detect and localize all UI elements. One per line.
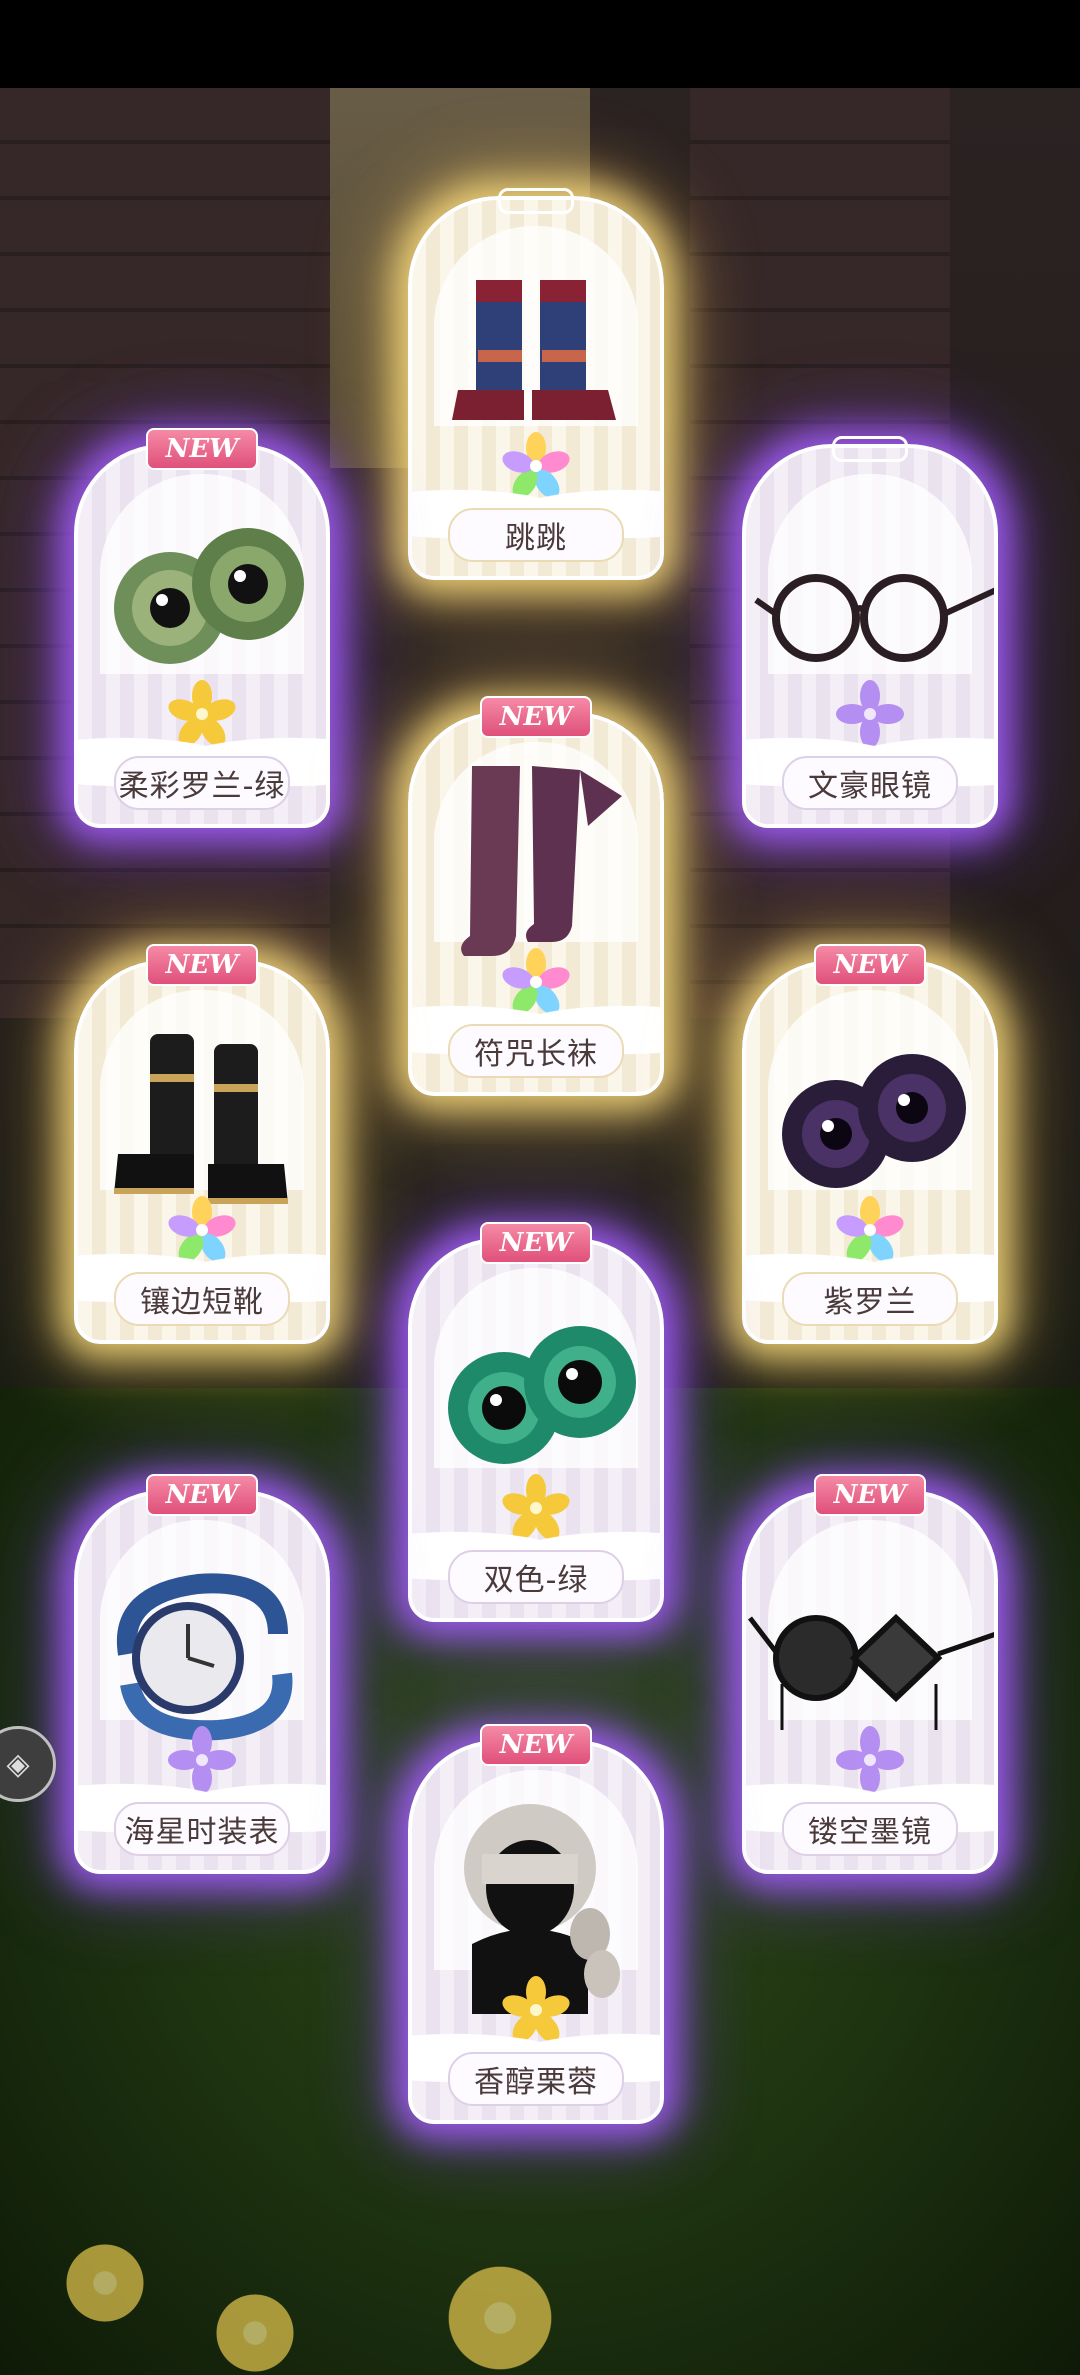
card-frame: 海星时装表 <box>74 1490 330 1874</box>
item-name: 镂空墨镜 <box>782 1802 958 1856</box>
item-name: 镶边短靴 <box>114 1272 290 1326</box>
new-badge: NEW <box>480 1724 592 1766</box>
item-name: 跳跳 <box>448 508 624 562</box>
new-badge: NEW <box>814 1474 926 1516</box>
reward-card[interactable]: 香醇栗蓉 NEW <box>408 1724 664 2124</box>
new-badge: NEW <box>146 1474 258 1516</box>
card-frame: 双色-绿 <box>408 1238 664 1622</box>
card-frame: 文豪眼镜 <box>742 444 998 828</box>
card-bow <box>498 188 574 214</box>
new-badge: NEW <box>480 696 592 738</box>
item-name: 双色-绿 <box>448 1550 624 1604</box>
reward-card[interactable]: 跳跳 <box>408 188 664 580</box>
card-frame: 符咒长袜 <box>408 712 664 1096</box>
card-frame: 紫罗兰 <box>742 960 998 1344</box>
item-name: 符咒长袜 <box>448 1024 624 1078</box>
reward-card[interactable]: 柔彩罗兰-绿 NEW <box>74 428 330 828</box>
item-name: 紫罗兰 <box>782 1272 958 1326</box>
status-bar <box>0 0 1080 88</box>
item-name: 香醇栗蓉 <box>448 2052 624 2106</box>
background-flower-icon <box>210 2288 300 2375</box>
new-badge: NEW <box>146 428 258 470</box>
background-flower-icon <box>440 2258 560 2375</box>
item-name: 文豪眼镜 <box>782 756 958 810</box>
diamond-arrow-icon: ◈ <box>6 1746 30 1782</box>
reward-card[interactable]: 双色-绿 NEW <box>408 1222 664 1622</box>
reward-card[interactable]: 文豪眼镜 <box>742 436 998 828</box>
card-frame: 跳跳 <box>408 196 664 580</box>
reward-card[interactable]: 镶边短靴 NEW <box>74 944 330 1344</box>
reward-card[interactable]: 符咒长袜 NEW <box>408 696 664 1096</box>
card-frame: 香醇栗蓉 <box>408 1740 664 2124</box>
item-name: 海星时装表 <box>114 1802 290 1856</box>
new-badge: NEW <box>480 1222 592 1264</box>
card-frame: 镂空墨镜 <box>742 1490 998 1874</box>
new-badge: NEW <box>814 944 926 986</box>
background-flower-icon <box>60 2238 150 2328</box>
reward-card[interactable]: 紫罗兰 NEW <box>742 944 998 1344</box>
card-frame: 柔彩罗兰-绿 <box>74 444 330 828</box>
reward-card[interactable]: 海星时装表 NEW <box>74 1474 330 1874</box>
card-bow <box>832 436 908 462</box>
new-badge: NEW <box>146 944 258 986</box>
item-name: 柔彩罗兰-绿 <box>114 756 290 810</box>
reward-card[interactable]: 镂空墨镜 NEW <box>742 1474 998 1874</box>
card-frame: 镶边短靴 <box>74 960 330 1344</box>
